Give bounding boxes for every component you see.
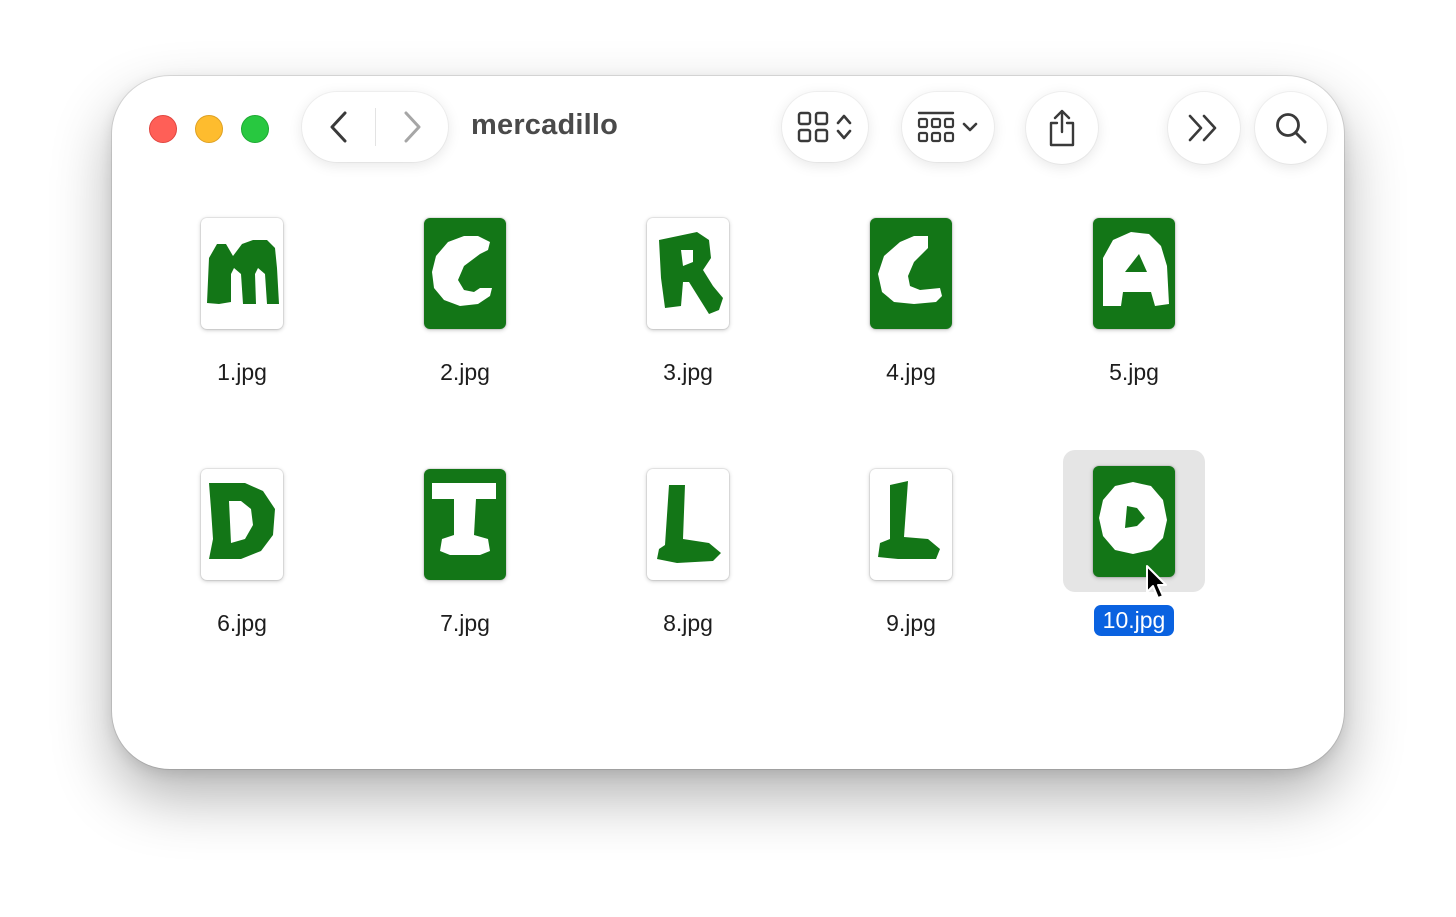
file-thumbnail-area[interactable] [394, 202, 536, 344]
image-thumbnail-l [647, 468, 729, 580]
file-item-selected[interactable]: 10.jpg [1054, 450, 1214, 650]
navigation-group [302, 92, 448, 162]
letter-c-image [432, 235, 492, 306]
zoom-button[interactable] [241, 115, 269, 143]
file-name[interactable]: 8.jpg [654, 608, 722, 639]
search-button[interactable] [1255, 92, 1327, 164]
letter-d-image [209, 482, 275, 559]
file-thumbnail-area-selected[interactable] [1063, 450, 1205, 592]
file-name[interactable]: 1.jpg [208, 357, 276, 388]
file-name[interactable]: 2.jpg [431, 357, 499, 388]
file-item[interactable]: 2.jpg [385, 202, 545, 402]
image-thumbnail-c [870, 217, 952, 329]
file-thumbnail-area[interactable] [617, 453, 759, 595]
close-button[interactable] [149, 115, 177, 143]
more-toolbar-button[interactable] [1168, 92, 1240, 164]
group-by-button[interactable] [902, 92, 994, 162]
file-name[interactable]: 4.jpg [877, 357, 945, 388]
letter-o-image [1099, 481, 1167, 554]
image-thumbnail-c [424, 217, 506, 329]
file-thumbnail-area[interactable] [171, 453, 313, 595]
file-item[interactable]: 6.jpg [162, 453, 322, 653]
file-item[interactable]: 1.jpg [162, 202, 322, 402]
letter-c-image [878, 235, 942, 304]
letter-m-image [207, 239, 279, 304]
image-thumbnail-i [424, 468, 506, 580]
chevron-left-icon [330, 111, 346, 143]
mouse-pointer-icon [1146, 565, 1167, 599]
window-title: mercadillo [471, 109, 619, 141]
file-name[interactable]: 9.jpg [877, 608, 945, 639]
image-thumbnail-l [870, 468, 952, 580]
file-thumbnail-area[interactable] [840, 202, 982, 344]
letter-a-image [1103, 231, 1169, 306]
file-name[interactable]: 5.jpg [1100, 357, 1168, 388]
file-name[interactable]: 7.jpg [431, 608, 499, 639]
share-button[interactable] [1026, 92, 1098, 164]
chevron-up-down-icon [836, 114, 852, 140]
file-item[interactable]: 3.jpg [608, 202, 768, 402]
icon-grid-icon [797, 111, 829, 143]
file-thumbnail-area[interactable] [1063, 202, 1205, 344]
view-mode-button[interactable] [782, 92, 868, 162]
file-item[interactable]: 9.jpg [831, 453, 991, 653]
letter-r-image [659, 231, 723, 314]
file-item[interactable]: 5.jpg [1054, 202, 1214, 402]
image-thumbnail-d [201, 468, 283, 580]
finder-window: mercadillo 1.jpg 2.jpg 3.jpg 4.jpg 5.jpg… [112, 76, 1344, 769]
image-thumbnail-r [647, 217, 729, 329]
file-thumbnail-area[interactable] [617, 202, 759, 344]
double-chevron-right-icon [1188, 114, 1217, 142]
file-thumbnail-area[interactable] [394, 453, 536, 595]
file-name[interactable]: 6.jpg [208, 608, 276, 639]
file-name[interactable]: 3.jpg [654, 357, 722, 388]
file-item[interactable]: 7.jpg [385, 453, 545, 653]
group-by-icon [917, 111, 955, 143]
file-thumbnail-area[interactable] [171, 202, 313, 344]
forward-button[interactable] [376, 92, 448, 162]
share-icon [1049, 109, 1075, 147]
letter-i-image [432, 482, 496, 555]
back-button[interactable] [303, 92, 375, 162]
image-thumbnail-m [201, 217, 283, 329]
image-thumbnail-o [1093, 465, 1175, 577]
file-item[interactable]: 4.jpg [831, 202, 991, 402]
file-name-selected[interactable]: 10.jpg [1093, 605, 1175, 636]
letter-l-image [657, 484, 721, 563]
letter-l-image [878, 480, 940, 559]
chevron-right-icon [404, 111, 420, 143]
image-thumbnail-a [1093, 217, 1175, 329]
file-thumbnail-area[interactable] [840, 453, 982, 595]
file-item[interactable]: 8.jpg [608, 453, 768, 653]
chevron-down-icon [962, 122, 978, 132]
minimize-button[interactable] [195, 115, 223, 143]
search-icon [1276, 113, 1307, 144]
